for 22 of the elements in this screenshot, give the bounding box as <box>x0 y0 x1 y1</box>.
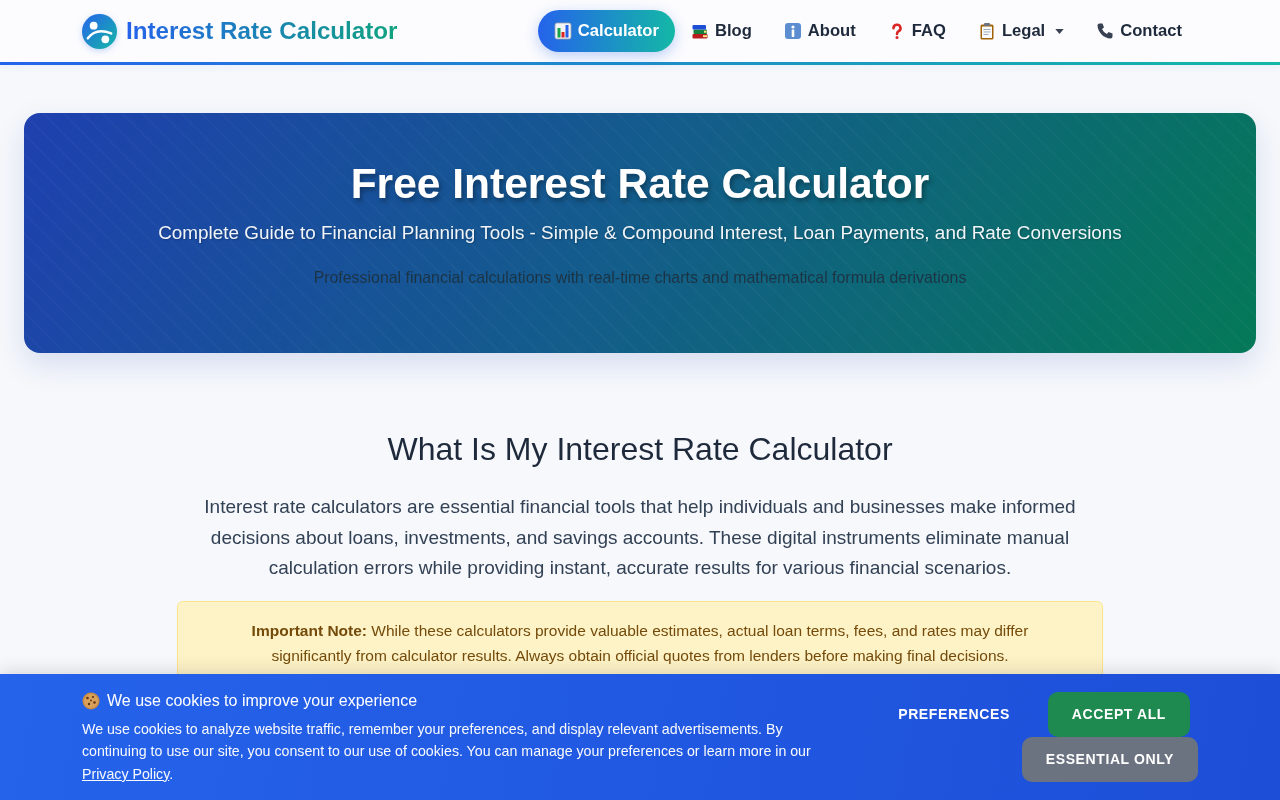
cookie-icon <box>82 691 100 710</box>
section-heading: What Is My Interest Rate Calculator <box>386 430 894 469</box>
bar-chart-icon <box>553 22 572 40</box>
phone-icon <box>1096 22 1115 40</box>
cookie-title: We use cookies to improve your experience <box>107 690 418 711</box>
essential-only-button[interactable]: ESSENTIAL ONLY <box>1021 737 1198 782</box>
nav-link[interactable]: Legal <box>961 10 1081 52</box>
info-icon <box>783 22 802 40</box>
hero-title: Free Interest Rate Calculator <box>349 159 931 209</box>
nav-link[interactable]: FAQ <box>871 10 962 52</box>
books-icon <box>690 22 709 40</box>
nav-link[interactable]: Calculator <box>537 10 675 52</box>
hero-tagline: Professional financial calculations with real-time charts and mathematical formula derivations <box>312 268 968 288</box>
logo-icon <box>82 13 117 49</box>
preferences-button[interactable]: PREFERENCES <box>882 692 1026 737</box>
intro-paragraph: Interest rate calculators are essential financial tools that help individuals and businesses make informed decisions about loans, investments, and savings accounts. These digital instruments eliminate manual calculation errors while providing instant, accurate results for various financial scenarios. <box>203 495 1077 580</box>
hero-subtitle: Complete Guide to Financial Planning Tools - Simple & Compound Interest, Loan Payments, and Rate Conversions <box>157 221 1123 245</box>
cookie-message: We use cookies to analyze website traffic, remember your preferences, and display relevant advertisements. By continuing to use our site, you consent to our use of cookies. You can manage your preferences or learn more in our Privacy Policy. <box>82 719 812 784</box>
nav-link[interactable]: Blog <box>674 10 768 52</box>
nav-link[interactable]: About <box>767 10 872 52</box>
nav-link[interactable]: Contact <box>1080 10 1198 52</box>
accept-all-button[interactable]: ACCEPT ALL <box>1047 692 1190 737</box>
